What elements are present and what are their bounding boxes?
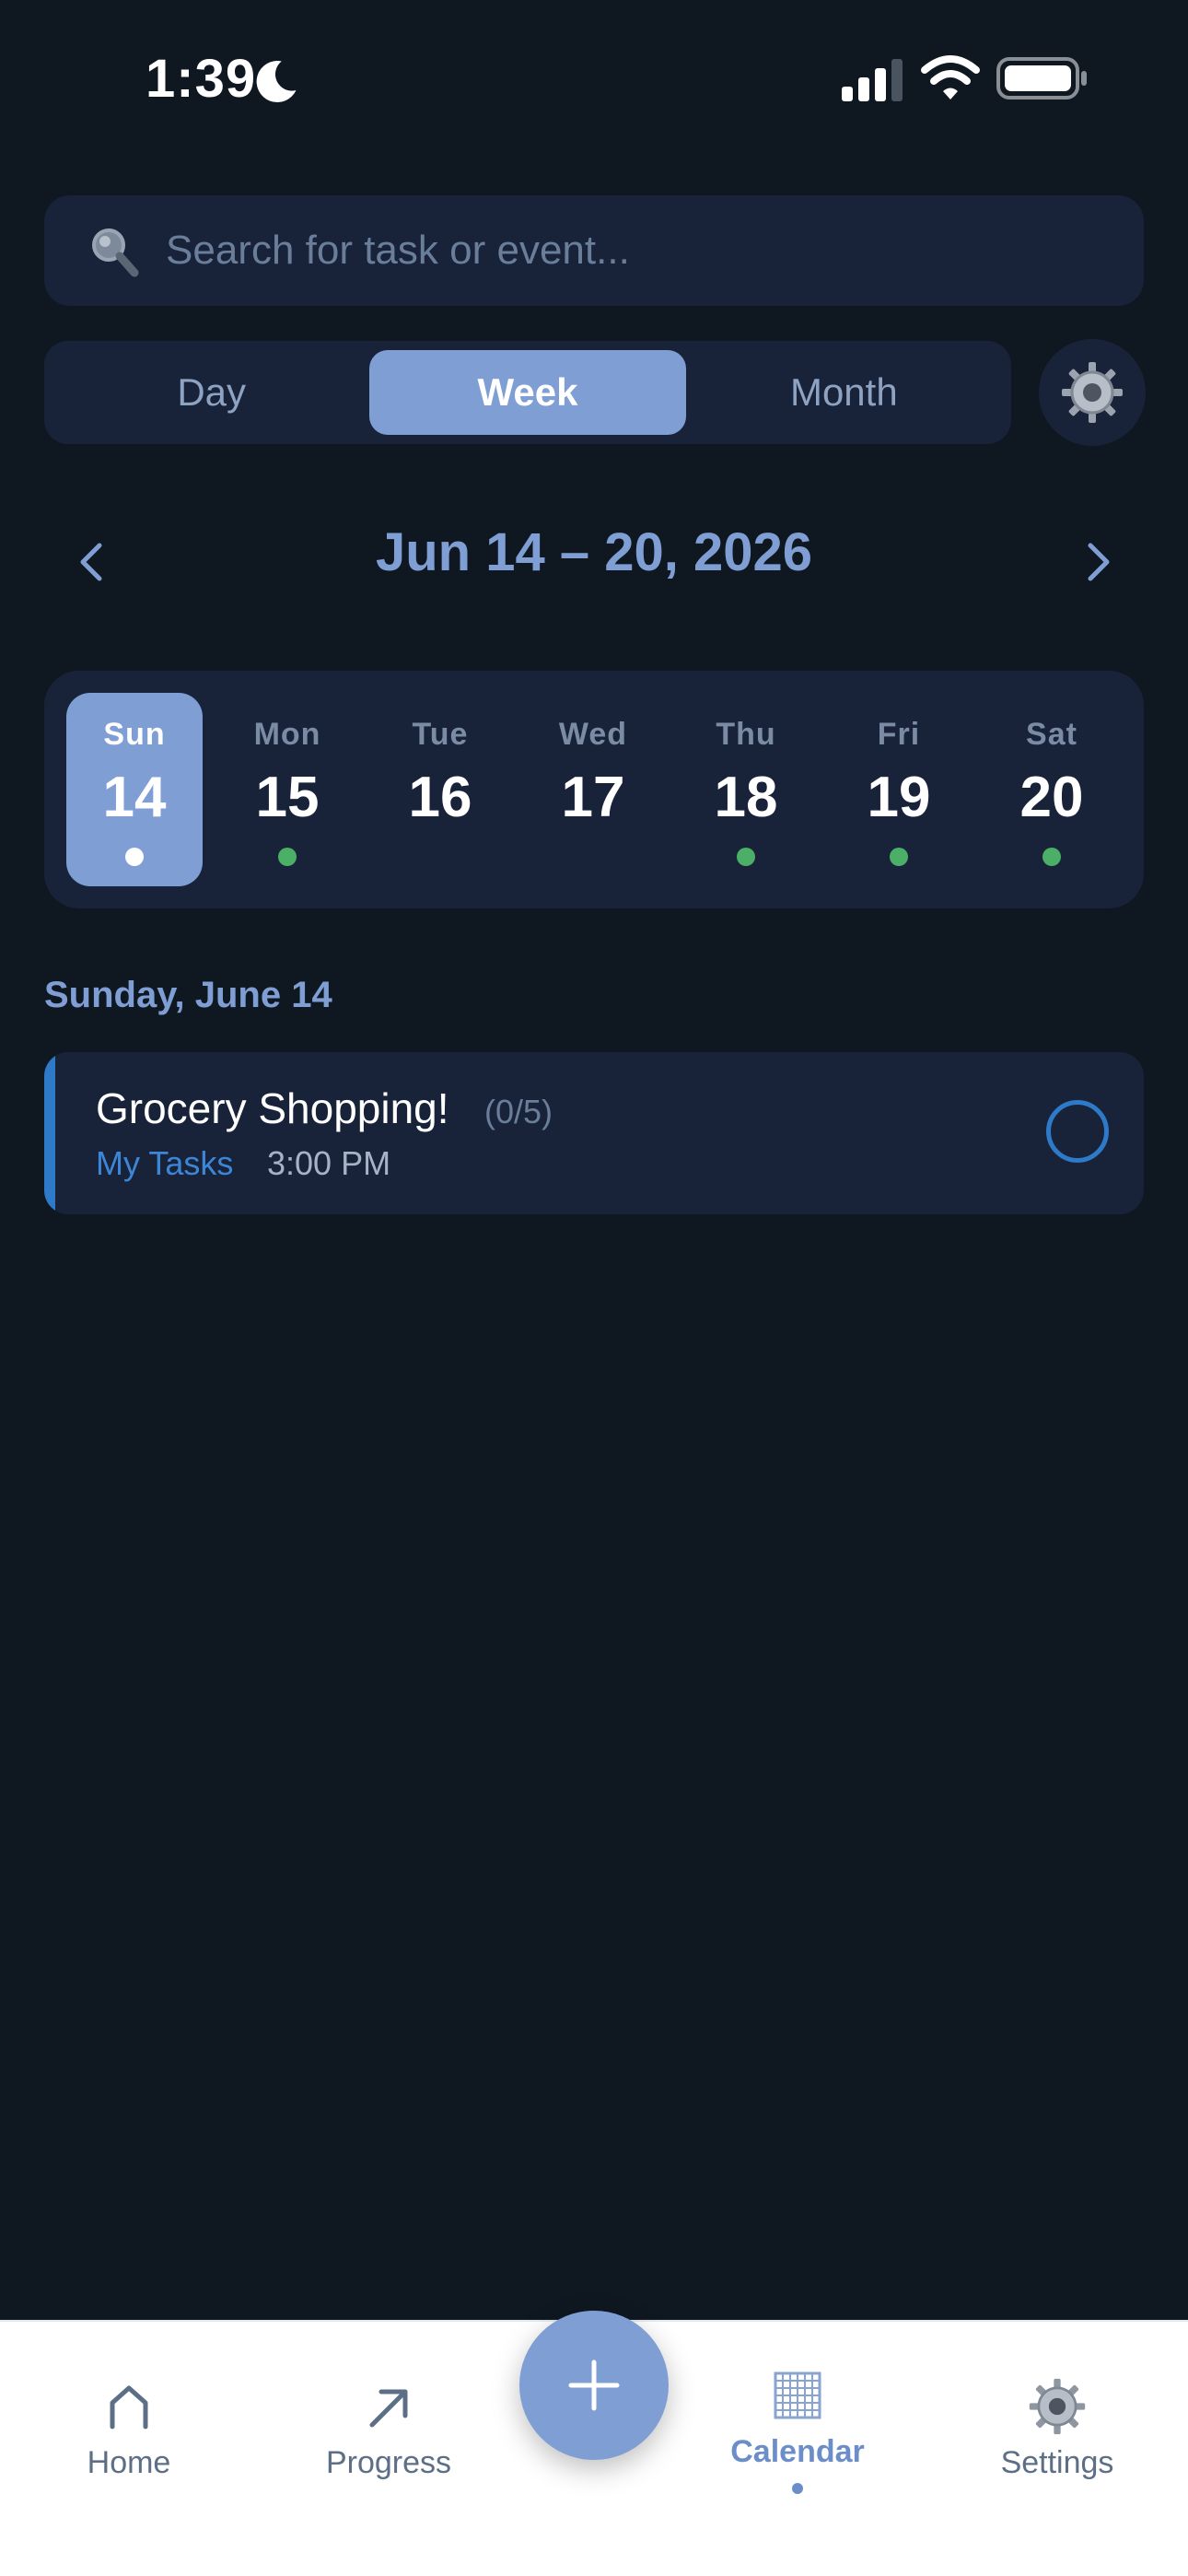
- day-thu[interactable]: Thu 18: [678, 693, 814, 886]
- view-switch: Day Week Month: [44, 341, 1011, 444]
- day-name: Sat: [1026, 717, 1077, 752]
- tab-calendar[interactable]: Calendar: [705, 2366, 890, 2513]
- wifi-icon: [921, 55, 980, 100]
- day-name: Fri: [877, 717, 921, 752]
- search-bar[interactable]: Search for task or event...: [44, 195, 1144, 306]
- event-dot: [1042, 848, 1061, 866]
- gear-icon: [1062, 362, 1123, 423]
- section-heading: Sunday, June 14: [44, 975, 332, 1015]
- gear-icon: [1029, 2378, 1086, 2435]
- cellular-signal-icon: [842, 59, 903, 101]
- active-tab-indicator: [792, 2483, 803, 2494]
- day-number: 16: [408, 766, 472, 829]
- day-name: Tue: [412, 717, 469, 752]
- day-name: Mon: [253, 717, 321, 752]
- day-number: 15: [255, 766, 320, 829]
- next-week-button[interactable]: [1070, 534, 1125, 590]
- day-name: Sun: [103, 717, 166, 752]
- search-input[interactable]: Search for task or event...: [166, 228, 630, 274]
- tab-label: Calendar: [730, 2434, 865, 2469]
- day-mon[interactable]: Mon 15: [219, 693, 355, 886]
- tab-label: Home: [87, 2445, 171, 2480]
- tab-settings[interactable]: Settings: [965, 2377, 1149, 2524]
- tab-day[interactable]: Day: [53, 350, 369, 435]
- task-list-name: My Tasks: [96, 1144, 234, 1182]
- day-number: 18: [714, 766, 778, 829]
- event-dot: [737, 848, 755, 866]
- status-time: 1:39: [146, 49, 257, 109]
- task-accent-bar: [44, 1052, 55, 1214]
- event-dot: [890, 848, 908, 866]
- moon-icon: [256, 61, 297, 103]
- tab-label: Progress: [325, 2445, 452, 2480]
- task-card[interactable]: Grocery Shopping! (0/5) My Tasks 3:00 PM: [44, 1052, 1144, 1214]
- plus-icon: [568, 2359, 620, 2411]
- day-sat[interactable]: Sat 20: [984, 693, 1120, 886]
- calendar-settings-button[interactable]: [1039, 339, 1146, 446]
- day-name: Wed: [558, 717, 628, 752]
- event-dot: [125, 848, 144, 866]
- calendar-screen: 1:39 Search for task or event... Day Wee…: [0, 0, 1188, 2576]
- day-sun[interactable]: Sun 14: [66, 693, 203, 886]
- week-strip: Sun 14 Mon 15 Tue 16 Wed 17 Thu 18 Fri 1…: [44, 671, 1144, 908]
- tab-month[interactable]: Month: [686, 350, 1002, 435]
- task-title: Grocery Shopping!: [96, 1084, 449, 1132]
- tab-week[interactable]: Week: [369, 350, 686, 435]
- day-tue[interactable]: Tue 16: [372, 693, 508, 886]
- day-fri[interactable]: Fri 19: [831, 693, 967, 886]
- task-time: 3:00 PM: [267, 1144, 391, 1182]
- event-dot: [278, 848, 297, 866]
- day-number: 14: [102, 766, 167, 829]
- tab-home[interactable]: Home: [37, 2377, 221, 2524]
- search-icon: [92, 228, 139, 277]
- status-bar: 1:39: [0, 0, 1188, 157]
- home-icon: [110, 2385, 148, 2430]
- battery-icon: [996, 57, 1087, 100]
- tab-progress[interactable]: Progress: [297, 2377, 481, 2524]
- day-number: 20: [1019, 766, 1084, 829]
- day-wed[interactable]: Wed 17: [525, 693, 661, 886]
- day-number: 17: [561, 766, 625, 829]
- week-range-title: Jun 14 – 20, 2026: [376, 522, 812, 582]
- task-subtask-count: (0/5): [484, 1093, 553, 1130]
- day-name: Thu: [716, 717, 776, 752]
- task-complete-checkbox[interactable]: [1046, 1100, 1109, 1163]
- calendar-grid-icon: [774, 2371, 821, 2419]
- add-button[interactable]: [519, 2311, 669, 2460]
- arrow-up-right-icon: [369, 2389, 408, 2428]
- day-number: 19: [867, 766, 931, 829]
- tab-label: Settings: [1000, 2445, 1114, 2480]
